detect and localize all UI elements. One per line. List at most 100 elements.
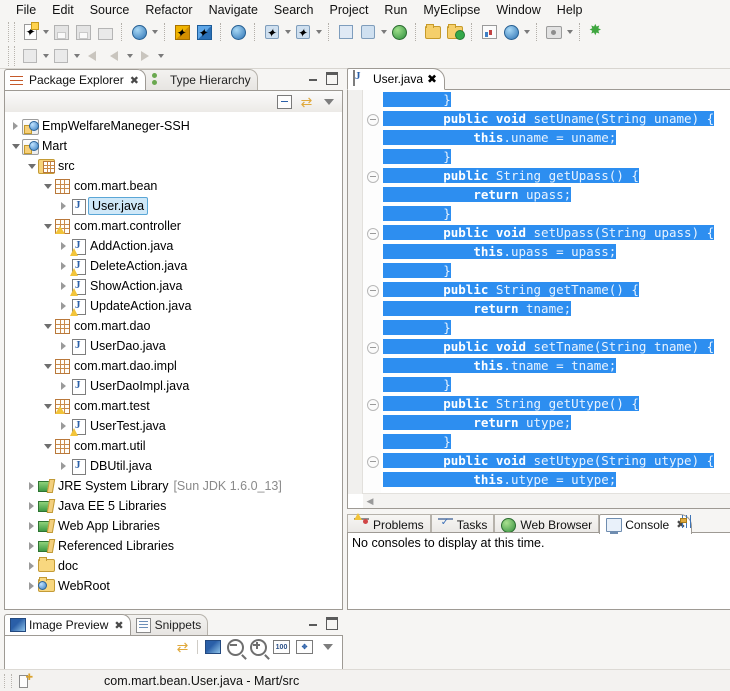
chevron-right-icon[interactable] [25, 577, 38, 595]
minimize-button[interactable] [306, 617, 320, 630]
tree-item[interactable]: UserDao.java [5, 336, 342, 356]
new-wizard-button[interactable]: ✦ [19, 22, 41, 43]
chevron-down-icon[interactable] [41, 317, 54, 335]
menu-item-edit[interactable]: Edit [44, 2, 82, 18]
toolbar-grip[interactable] [8, 46, 15, 66]
collapse-icon[interactable] [367, 456, 379, 468]
maximize-button[interactable] [325, 617, 339, 630]
tree-item[interactable]: WebRoot [5, 576, 342, 596]
back-history-button[interactable] [81, 46, 103, 67]
tab-package-explorer[interactable]: Package Explorer ✖ [4, 69, 146, 90]
menu-item-file[interactable]: File [8, 2, 44, 18]
view-menu-icon[interactable] [320, 94, 337, 110]
close-icon[interactable]: ✖ [427, 72, 437, 86]
tree-item[interactable]: com.mart.util [5, 436, 342, 456]
collapse-icon[interactable] [367, 399, 379, 411]
chevron-down-icon[interactable] [41, 22, 50, 42]
chevron-down-icon[interactable] [25, 157, 38, 175]
chevron-right-icon[interactable] [25, 517, 38, 535]
tree-item[interactable]: com.mart.dao [5, 316, 342, 336]
chevron-down-icon[interactable] [150, 22, 159, 42]
collapse-icon[interactable] [367, 342, 379, 354]
save-button[interactable] [50, 22, 72, 43]
tree-item[interactable]: Java EE 5 Libraries [5, 496, 342, 516]
chevron-right-icon[interactable] [57, 417, 70, 435]
minimize-button[interactable] [306, 72, 320, 85]
chevron-down-icon[interactable] [41, 46, 50, 66]
back-button[interactable] [103, 46, 125, 67]
open-resource-button[interactable] [422, 22, 444, 43]
toolbar-grip[interactable] [8, 22, 15, 42]
chevron-down-icon[interactable] [41, 437, 54, 455]
editor-code-area[interactable]: } public void setUname(String uname) { t… [381, 90, 730, 494]
chevron-down-icon[interactable] [41, 177, 54, 195]
tree-item[interactable]: UserTest.java [5, 416, 342, 436]
run-server-button[interactable] [357, 22, 379, 43]
package-explorer-tree[interactable]: EmpWelfareManeger-SSH Mart src com.mart.bea… [5, 112, 342, 609]
console-options-icon[interactable] [680, 515, 694, 528]
close-icon[interactable]: ✖ [114, 619, 123, 632]
zoom-in-icon[interactable] [250, 638, 267, 656]
chevron-down-icon[interactable] [72, 46, 81, 66]
debug-as-button[interactable]: ✦ [292, 22, 314, 43]
tree-item[interactable]: EmpWelfareManeger-SSH [5, 116, 342, 136]
tree-item[interactable]: src [5, 156, 342, 176]
tree-item[interactable]: Referenced Libraries [5, 536, 342, 556]
chevron-right-icon[interactable] [57, 297, 70, 315]
open-type-button[interactable] [335, 22, 357, 43]
quick-fix-button[interactable] [19, 46, 41, 67]
tree-item[interactable]: doc [5, 556, 342, 576]
chevron-down-icon[interactable] [379, 22, 388, 42]
link-editor-icon[interactable]: ⇄ [298, 94, 315, 110]
tree-item[interactable]: com.mart.test [5, 396, 342, 416]
close-icon[interactable]: ✖ [130, 74, 139, 87]
chevron-right-icon[interactable] [9, 117, 22, 135]
save-all-button[interactable] [72, 22, 94, 43]
chevron-down-icon[interactable] [283, 22, 292, 42]
tree-item[interactable]: com.mart.controller [5, 216, 342, 236]
next-annotation-button[interactable] [50, 46, 72, 67]
collapse-icon[interactable] [367, 114, 379, 126]
report-button[interactable] [478, 22, 500, 43]
chevron-right-icon[interactable] [57, 197, 70, 215]
tab-image-preview[interactable]: Image Preview ✖ [4, 614, 131, 635]
menu-item-navigate[interactable]: Navigate [201, 2, 266, 18]
tab-console[interactable]: Console✖ [599, 514, 693, 534]
collapse-icon[interactable] [367, 228, 379, 240]
chevron-down-icon[interactable] [522, 22, 531, 42]
menu-item-project[interactable]: Project [322, 2, 377, 18]
menu-item-source[interactable]: Source [82, 2, 138, 18]
open-browser-button[interactable] [388, 22, 410, 43]
menu-item-window[interactable]: Window [488, 2, 548, 18]
forward-button[interactable] [134, 46, 156, 67]
menu-item-myeclipse[interactable]: MyEclipse [415, 2, 488, 18]
chevron-down-icon[interactable] [41, 217, 54, 235]
menu-item-refactor[interactable]: Refactor [137, 2, 200, 18]
chevron-right-icon[interactable] [57, 337, 70, 355]
chevron-right-icon[interactable] [25, 497, 38, 515]
chevron-right-icon[interactable] [57, 237, 70, 255]
tree-item[interactable]: User.java [5, 196, 342, 216]
chevron-right-icon[interactable] [57, 277, 70, 295]
deploy-blue-button[interactable]: ✦ [193, 22, 215, 43]
editor-tab-user-java[interactable]: User.java ✖ [347, 68, 446, 90]
maximize-button[interactable] [325, 72, 339, 85]
tree-item[interactable]: Mart [5, 136, 342, 156]
tree-item[interactable]: ShowAction.java [5, 276, 342, 296]
print-button[interactable] [94, 22, 116, 43]
tab-problems[interactable]: Problems [347, 512, 431, 534]
myeclipse-button[interactable]: ✸ [586, 22, 608, 43]
build-button[interactable] [128, 22, 150, 43]
tab-snippets[interactable]: Snippets [122, 614, 209, 635]
chevron-right-icon[interactable] [25, 557, 38, 575]
chevron-down-icon[interactable] [9, 137, 22, 155]
tree-item[interactable]: DeleteAction.java [5, 256, 342, 276]
chevron-down-icon[interactable] [565, 22, 574, 42]
menu-item-help[interactable]: Help [549, 2, 591, 18]
collapse-icon[interactable] [367, 285, 379, 297]
tree-item[interactable]: AddAction.java [5, 236, 342, 256]
collapse-all-icon[interactable] [276, 94, 293, 110]
web-20-button[interactable] [227, 22, 249, 43]
chevron-right-icon[interactable] [57, 377, 70, 395]
image-icon[interactable] [204, 639, 221, 655]
